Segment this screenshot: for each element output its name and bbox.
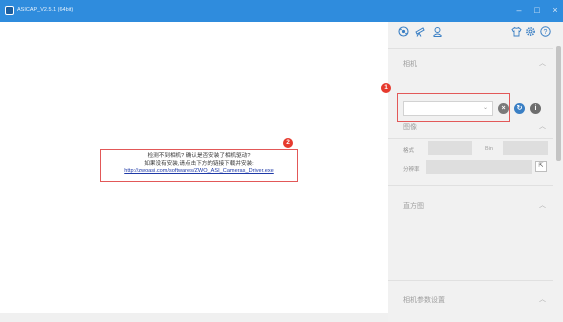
control-panel: ? 相机 ︿ ⌄ × ↻ i 图像 ︿ 格式 Bin 分辨率 ⇱ 直方图 ︿ 相… bbox=[388, 22, 563, 322]
camera-refresh-button[interactable]: ↻ bbox=[514, 103, 525, 114]
ball-icon[interactable] bbox=[398, 26, 409, 37]
divider bbox=[388, 185, 553, 186]
camera-section-title[interactable]: 相机 bbox=[403, 59, 417, 69]
horizontal-scrollbar[interactable] bbox=[0, 313, 388, 322]
camera-info-button[interactable]: i bbox=[530, 103, 541, 114]
divider bbox=[388, 48, 553, 49]
notice-line-1: 检测不到相机? 确认是否安装了相机驱动? bbox=[147, 153, 251, 159]
resolution-select[interactable] bbox=[426, 160, 532, 174]
camera-collapse-chevron-icon[interactable]: ︿ bbox=[539, 58, 546, 68]
chevron-down-icon: ⌄ bbox=[482, 105, 488, 111]
image-section-title[interactable]: 图像 bbox=[403, 122, 417, 132]
window-title: ASICAP_V2.5.1 (64bit) bbox=[17, 7, 74, 13]
resolution-label: 分辨率 bbox=[403, 167, 420, 173]
notice-marker-badge: 2 bbox=[283, 138, 293, 148]
divider bbox=[388, 138, 553, 139]
image-collapse-chevron-icon[interactable]: ︿ bbox=[539, 121, 546, 131]
minimize-button[interactable]: – bbox=[513, 4, 525, 16]
camera-select-dropdown[interactable]: ⌄ bbox=[403, 101, 493, 116]
user-profile-icon[interactable] bbox=[432, 26, 443, 37]
settings-gear-icon[interactable] bbox=[525, 26, 536, 37]
close-button[interactable]: × bbox=[549, 4, 561, 16]
shirt-icon[interactable] bbox=[511, 26, 522, 37]
no-camera-notice: 检测不到相机? 确认是否安装了相机驱动? 如果没有安装,请点击下方的链接下载并安… bbox=[100, 149, 298, 182]
help-icon[interactable]: ? bbox=[540, 26, 551, 37]
telescope-icon[interactable] bbox=[414, 26, 425, 37]
driver-download-link[interactable]: http://zwoasi.com/softwares/ZWO_ASI_Came… bbox=[101, 168, 297, 176]
histogram-collapse-chevron-icon[interactable]: ︿ bbox=[539, 200, 546, 210]
title-bar: ASICAP_V2.5.1 (64bit) – □ × bbox=[0, 0, 563, 22]
panel-toolbar: ? bbox=[388, 22, 563, 42]
svg-text:?: ? bbox=[544, 29, 548, 36]
format-label: 格式 bbox=[403, 148, 415, 154]
bin-select[interactable] bbox=[503, 141, 548, 155]
app-icon bbox=[5, 6, 14, 15]
bin-label: Bin bbox=[485, 146, 493, 152]
maximize-button[interactable]: □ bbox=[531, 4, 543, 16]
notice-line-2: 如果没有安装,请点击下方的链接下载并安装: bbox=[144, 160, 254, 167]
camera-disconnect-button[interactable]: × bbox=[498, 103, 509, 114]
panel-vertical-scrollbar[interactable] bbox=[556, 46, 561, 161]
format-select[interactable] bbox=[428, 141, 472, 155]
camera-params-section-title[interactable]: 相机参数设置 bbox=[403, 295, 445, 305]
camera-marker-badge: 1 bbox=[381, 83, 391, 93]
divider bbox=[388, 280, 553, 281]
camera-params-collapse-chevron-icon[interactable]: ︿ bbox=[539, 294, 546, 304]
histogram-section-title[interactable]: 直方图 bbox=[403, 201, 424, 211]
max-resolution-button[interactable]: ⇱ bbox=[535, 161, 547, 172]
